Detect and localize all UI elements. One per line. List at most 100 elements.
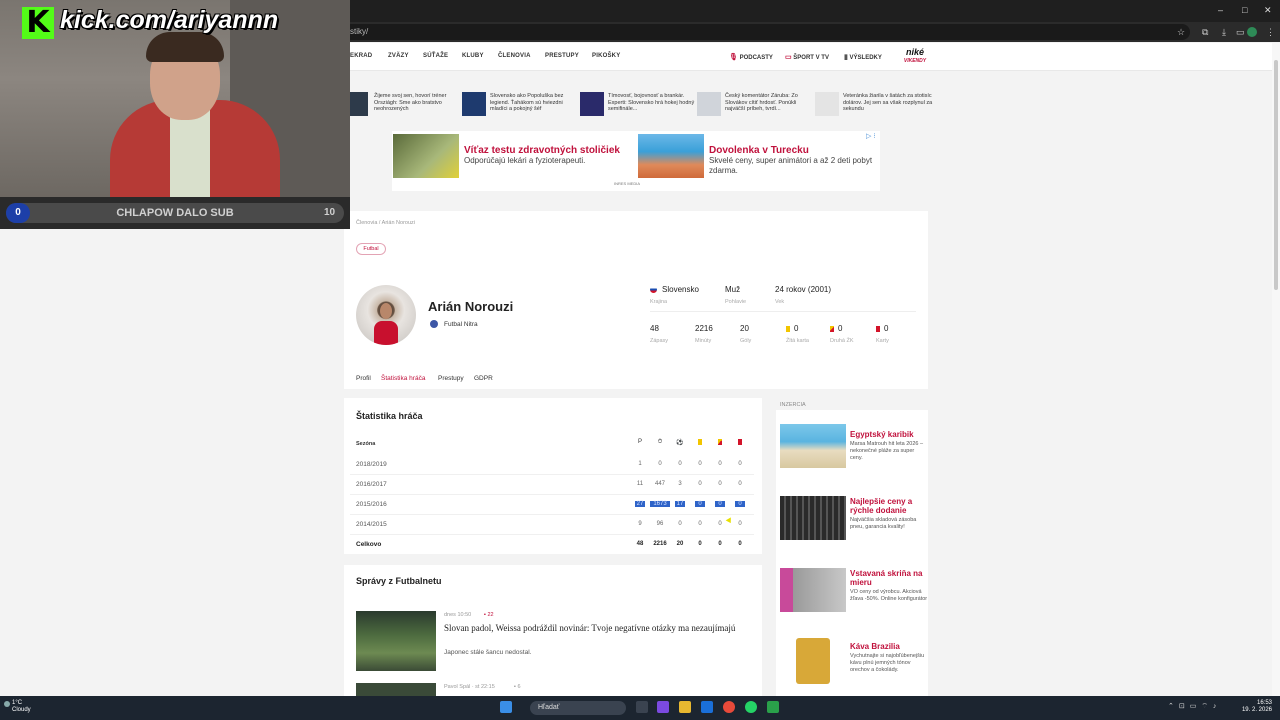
info-age-label: Vek xyxy=(775,299,785,305)
weather-icon xyxy=(4,701,10,707)
task-view-icon[interactable] xyxy=(636,701,648,713)
news-headline[interactable]: Slovan padol, Weissa podráždil novinár: … xyxy=(444,623,744,634)
nav-vysledky-label: VÝSLEDKY xyxy=(849,55,882,61)
menu-icon[interactable]: ⋮ xyxy=(1266,24,1275,40)
stats-value-cell: 0 xyxy=(738,541,742,547)
news-strip-item[interactable]: Veteránka žiarila v šatách za stotisíc d… xyxy=(815,92,933,118)
nav-podcasty[interactable]: 🎙 PODCASTY xyxy=(729,53,773,61)
second-yellow-icon xyxy=(830,326,834,332)
bookmark-star-icon[interactable]: ☆ xyxy=(1177,24,1185,40)
maximize-icon[interactable]: □ xyxy=(1242,5,1247,15)
nav-item-kluby[interactable]: KLUBY xyxy=(462,53,484,59)
nav-item-pikosky[interactable]: PIKOŠKY xyxy=(592,53,620,59)
copilot-icon[interactable] xyxy=(657,701,669,713)
news-thumbnail[interactable] xyxy=(356,611,436,671)
file-explorer-icon[interactable] xyxy=(679,701,691,713)
nav-sport-v-tv[interactable]: ▭ ŠPORT V TV xyxy=(785,53,829,61)
whatsapp-icon[interactable] xyxy=(745,701,757,713)
info-age-value: 24 rokov (2001) xyxy=(775,285,832,294)
sidebar-ad-item[interactable]: Egyptský karibik Marsa Matrouh hit leta … xyxy=(780,424,928,486)
profile-avatar[interactable] xyxy=(1247,27,1257,37)
news-strip-item[interactable]: Žijeme svoj sen, hovorí tréner Orsziágh:… xyxy=(350,92,468,118)
second-yellow-header-icon xyxy=(714,439,726,446)
close-icon[interactable]: ✕ xyxy=(1264,5,1272,16)
news-strip-item[interactable]: Český komentátor Záruba: Zo Slovákov cít… xyxy=(697,92,815,118)
stats-value-cell: 1 xyxy=(638,461,642,467)
news-comments[interactable]: ▪ 6 xyxy=(514,684,521,690)
taskbar-clock[interactable]: 16:53 19. 2. 2026 xyxy=(1240,700,1272,714)
kick-channel-url: kick.com/ariyannn xyxy=(60,6,279,34)
kick-logo-icon: K xyxy=(22,7,54,39)
nav-item-prehlad[interactable]: EKRAD xyxy=(350,53,372,59)
avatar-face xyxy=(380,303,392,319)
sidebar-ad-label: INZERCIA xyxy=(780,402,806,408)
news-strip-text: Tímovosť, bojovnosť a brankár. Experti: … xyxy=(608,93,695,112)
ad-right-title[interactable]: Dovolenka v Turecku xyxy=(709,145,809,156)
sport-tag[interactable]: Futbal xyxy=(356,243,386,255)
stats-season-cell: 2015/2016 xyxy=(356,501,387,508)
taskbar-search[interactable]: Hľadať xyxy=(530,701,626,715)
webcam-person-shirt xyxy=(170,110,210,197)
nike-logo[interactable]: niké VIKENDY xyxy=(900,48,930,66)
sidebar-ad-item[interactable]: Káva Brazilia Vychutnajte si najobľúbene… xyxy=(780,638,928,700)
mail-icon[interactable] xyxy=(701,701,713,713)
stats-season-cell: 2014/2015 xyxy=(356,521,387,528)
news-strip-item[interactable]: Tímovosť, bojovnosť a brankár. Experti: … xyxy=(580,92,698,118)
news-comments[interactable]: ▪ 22 xyxy=(484,612,494,618)
info-gender-label: Pohlavie xyxy=(725,299,747,305)
news-thumb xyxy=(815,92,839,116)
sidebar-ad-item[interactable]: Najlepšie ceny a rýchle dodanie Najväčši… xyxy=(780,494,928,556)
sidebar-ad-title[interactable]: Najlepšie ceny a rýchle dodanie xyxy=(850,497,928,515)
tab-prestupy[interactable]: Prestupy xyxy=(438,375,464,382)
address-bar[interactable]: stiky/ xyxy=(340,24,1190,40)
system-tray[interactable]: ⌃⊡▭⌔♪ xyxy=(1168,702,1221,711)
tab-statistika[interactable]: Štatistika hráča xyxy=(381,375,425,382)
sidebar-ad-item[interactable]: Vstavaná skriňa na mieru VO ceny od výro… xyxy=(780,568,928,630)
stats-value-cell: 0 xyxy=(658,461,662,467)
flag-icon xyxy=(650,286,657,293)
club-crest-icon xyxy=(430,320,438,328)
scrollbar-thumb[interactable] xyxy=(1274,60,1278,290)
sidebar-ad-title[interactable]: Egyptský karibik xyxy=(850,430,928,439)
ball-icon: ⚽ xyxy=(676,440,684,446)
bar-chart-icon: ▮ xyxy=(844,54,848,61)
ad-left-title[interactable]: Víťaz testu zdravotných stoličiek xyxy=(464,145,620,156)
stats-value-cell: 0 xyxy=(738,521,742,527)
sidebar-ad-title[interactable]: Káva Brazilia xyxy=(850,642,928,651)
stat-minutes-value: 2216 xyxy=(695,324,713,333)
ad-choices-icon[interactable]: ▷ ⁝ xyxy=(866,132,876,140)
weather-temp: 1°C xyxy=(12,700,23,706)
stats-value-cell: 0 xyxy=(718,481,722,487)
kick-app-icon[interactable] xyxy=(767,701,779,713)
sidebar-ad-title[interactable]: Vstavaná skriňa na mieru xyxy=(850,569,928,587)
news-thumb xyxy=(350,92,368,116)
start-icon[interactable] xyxy=(500,701,512,713)
stats-value-cell: 0 xyxy=(698,481,702,487)
sidebar-ad-desc: Vychutnajte si najobľúbenejšiu kávu plnú… xyxy=(850,653,925,673)
tabs-icon[interactable]: ▭ xyxy=(1236,24,1245,40)
clock-icon: ⏱ xyxy=(657,439,663,445)
sidebar-ad-desc: Najväčšia skladová zásoba pneu, garancia… xyxy=(850,517,917,530)
minimize-icon[interactable]: – xyxy=(1218,5,1223,15)
nav-item-prestupy[interactable]: PRESTUPY xyxy=(545,53,579,59)
nav-item-zvazy[interactable]: ZVÄZY xyxy=(388,53,409,59)
nav-item-clenovia[interactable]: ČLENOVIA xyxy=(498,53,531,59)
tab-gdpr[interactable]: GDPR xyxy=(474,375,493,382)
download-icon[interactable]: ⤓ xyxy=(1222,24,1226,40)
tab-profil[interactable]: Profil xyxy=(356,375,371,382)
extensions-icon[interactable]: ⧉ xyxy=(1202,24,1208,40)
clock-date: 19. 2. 2026 xyxy=(1241,707,1272,713)
stats-value-cell: 0 xyxy=(715,501,725,507)
chrome-icon[interactable] xyxy=(723,701,735,713)
ad-image-beach xyxy=(780,424,846,468)
news-strip-item[interactable]: Slovensko ako Popoluška bez legiend. Ťah… xyxy=(462,92,580,118)
weather-widget[interactable]: 1°C Cloudy xyxy=(12,700,31,714)
nav-vysledky[interactable]: ▮ VÝSLEDKY xyxy=(844,53,882,61)
nav-item-sutaze[interactable]: SÚŤAŽE xyxy=(423,53,448,59)
clock-time: 16:53 xyxy=(1256,700,1272,706)
ad-image-wardrobe xyxy=(780,568,846,612)
player-club[interactable]: Futbal Nitra xyxy=(444,321,478,328)
stats-season-cell: 2018/2019 xyxy=(356,461,387,468)
breadcrumb[interactable]: Členovia / Arián Norouzi xyxy=(356,220,415,226)
stat-yellow-value: 0 xyxy=(794,324,799,333)
